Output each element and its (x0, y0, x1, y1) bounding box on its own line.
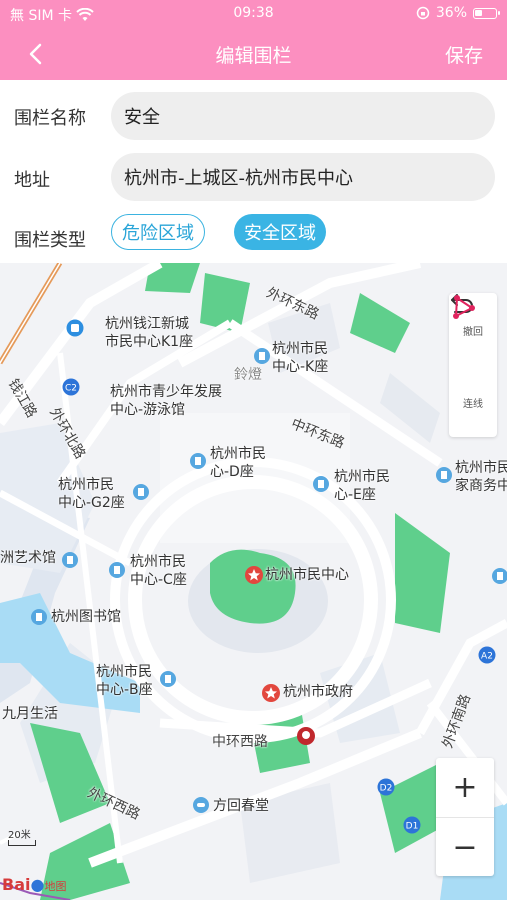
address-label: 地址 (14, 170, 50, 191)
building-icon (436, 467, 452, 483)
building-icon (31, 609, 47, 625)
baidu-map-logo: Bai●地图 (2, 875, 67, 894)
restaurant-pin-icon[interactable] (296, 726, 316, 746)
type-option-danger[interactable]: 危险区域 (111, 214, 205, 250)
fence-name-input[interactable]: 安全 (111, 92, 495, 140)
logo-map-word: 地图 (44, 880, 67, 893)
save-button[interactable]: 保存 (445, 41, 483, 68)
svg-text:C2: C2 (65, 384, 77, 394)
building-icon (254, 348, 270, 364)
poi-label: 方回春堂 (213, 798, 269, 814)
nav-bar: 编辑围栏 保存 (0, 28, 507, 80)
map-scale-bar (8, 840, 36, 846)
poi-label: 杭州市政府 (283, 684, 353, 700)
fence-type-label: 围栏类型 (14, 230, 86, 251)
red-star-pin-icon[interactable] (261, 683, 281, 703)
red-star-pin-icon[interactable] (244, 565, 264, 585)
poi-label: 杭州市民 家商务中 (455, 460, 507, 494)
poi-label: 杭州市民中心 (265, 567, 349, 583)
metro-badge-icon[interactable]: A2 (478, 646, 496, 664)
svg-text:D2: D2 (380, 784, 393, 794)
bus-stop-icon[interactable] (66, 319, 84, 337)
metro-badge-icon[interactable]: D2 (377, 778, 395, 796)
connect-label: 连线 (463, 399, 483, 410)
poi-label: 九月生活 (2, 706, 58, 722)
zoom-controls: + − (436, 758, 494, 876)
address-input[interactable]: 杭州市-上城区-杭州市民中心 (111, 153, 495, 201)
metro-badge-icon[interactable]: D1 (403, 816, 421, 834)
svg-text:D1: D1 (406, 822, 419, 832)
building-icon (62, 552, 78, 568)
battery-icon (473, 7, 500, 19)
polygon-connect-icon (453, 295, 475, 319)
pharmacy-icon (193, 797, 209, 813)
zoom-out-button[interactable]: − (436, 817, 494, 876)
poi-label: 杭州市民 心-D座 (210, 446, 266, 480)
status-bar: 無 SIM 卡 09:38 36% (0, 0, 507, 28)
poi-label: 杭州市民 中心-C座 (130, 554, 187, 588)
building-icon (133, 484, 149, 500)
type-option-safe[interactable]: 安全区域 (234, 214, 326, 250)
building-icon (190, 453, 206, 469)
fence-name-label: 围栏名称 (14, 108, 86, 129)
poi-label: 杭州市青少年发展 中心-游泳馆 (110, 384, 222, 418)
poi-label: 杭州市民 心-E座 (334, 469, 390, 503)
map-view[interactable]: 杭州钱江新城 市民中心K1座 杭州市民 中心-K座 杭州市青少年发展 中心-游泳… (0, 263, 507, 900)
page-title: 编辑围栏 (215, 45, 292, 67)
rotation-lock-icon (416, 6, 430, 20)
building-icon (109, 562, 125, 578)
building-icon (160, 671, 176, 687)
logo-text: Bai (2, 875, 31, 894)
building-icon (313, 476, 329, 492)
poi-label: 杭州市民 中心-K座 (272, 341, 329, 375)
poi-label: 鈴燈 (234, 367, 262, 383)
poi-label: 洲艺术馆 (0, 550, 56, 566)
poi-label: 杭州市民 中心-B座 (96, 664, 153, 698)
map-tool-panel: 撤回 连线 (449, 293, 497, 437)
battery-percent: 36% (435, 5, 467, 21)
svg-text:A2: A2 (481, 652, 493, 662)
zoom-in-button[interactable]: + (436, 758, 494, 817)
road-label: 中环西路 (212, 734, 268, 750)
poi-label: 杭州钱江新城 市民中心K1座 (105, 316, 194, 350)
metro-badge-icon[interactable]: C2 (62, 378, 80, 396)
connect-button[interactable]: 连线 (449, 295, 497, 437)
building-icon (492, 568, 507, 584)
poi-label: 杭州图书馆 (51, 609, 121, 625)
undo-label: 撤回 (463, 327, 483, 338)
fence-form: 围栏名称 安全 地址 杭州市-上城区-杭州市民中心 围栏类型 危险区域 安全区域 (0, 80, 507, 263)
map-scale-label: 20米 (8, 830, 31, 841)
poi-label: 杭州市民 中心-G2座 (58, 477, 125, 511)
